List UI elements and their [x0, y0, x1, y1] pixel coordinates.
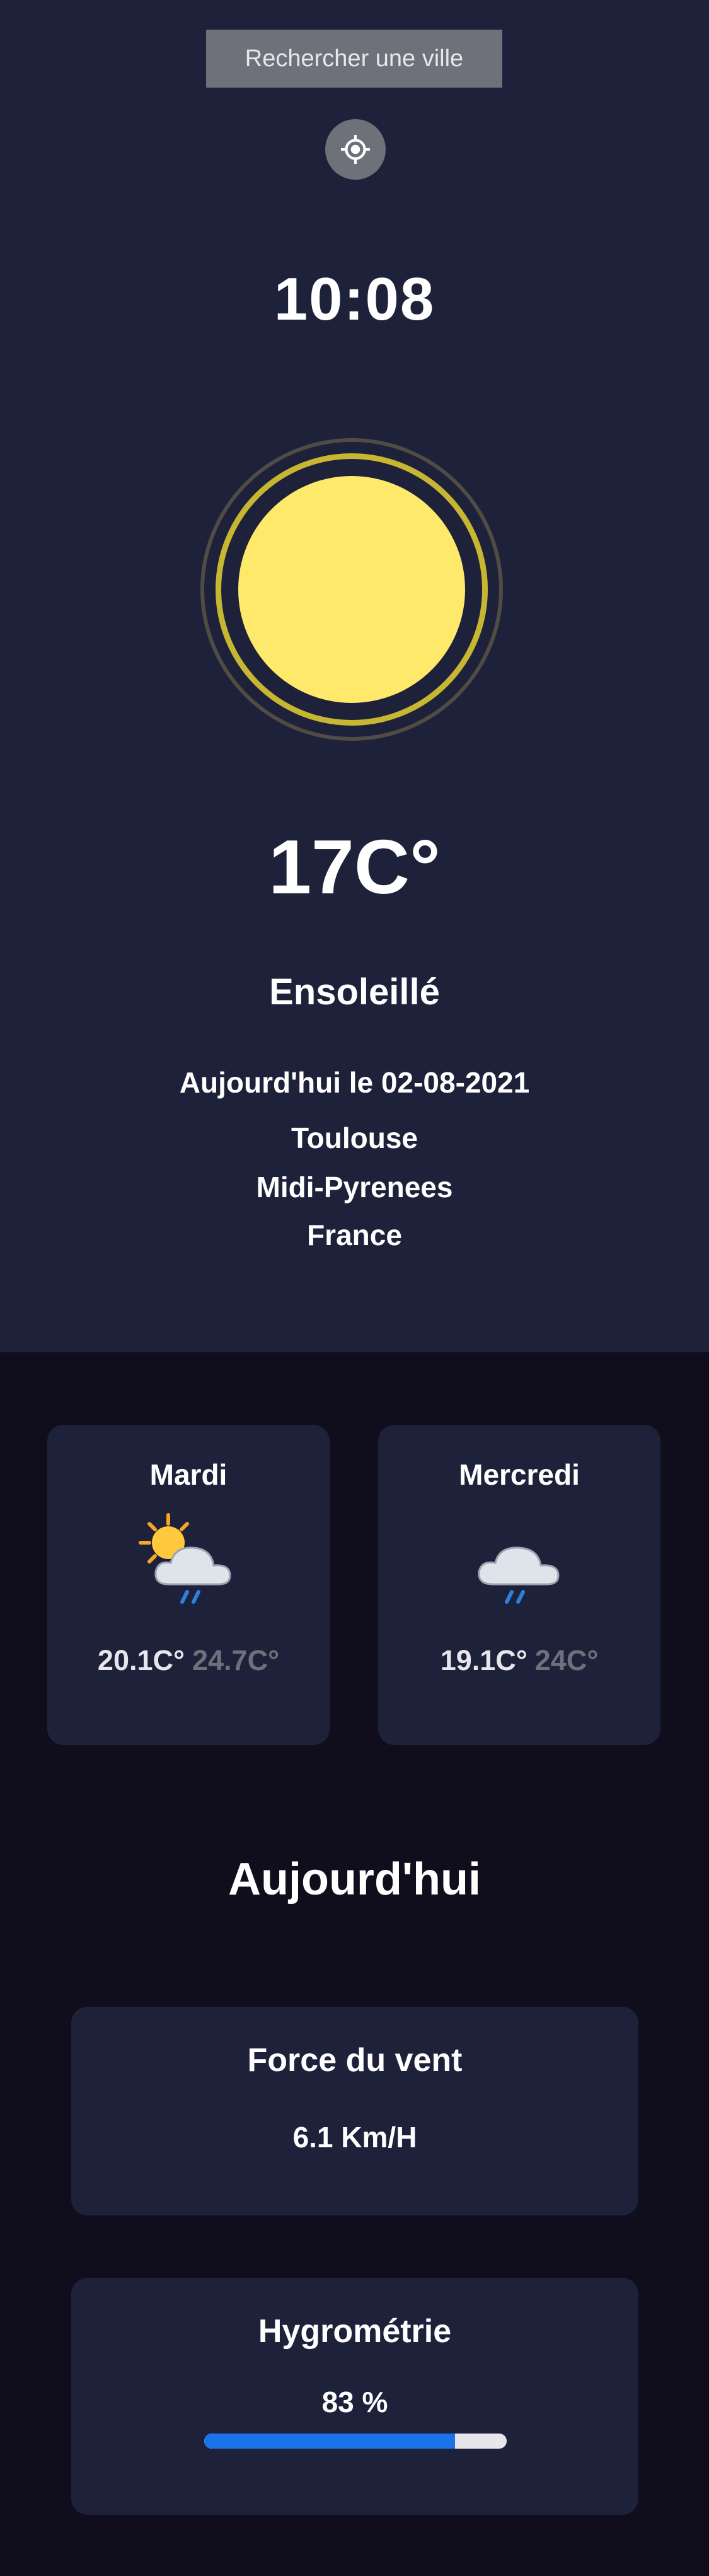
forecast-max-temp: 24C° [534, 1644, 599, 1676]
forecast-card-day-1: Mardi 20.1C° 24.7C° [47, 1425, 330, 1745]
location-country: France [307, 1219, 402, 1251]
humidity-title: Hygrométrie [258, 2313, 452, 2350]
wind-card: Force du vent 6.1 Km/H [71, 2007, 638, 2215]
forecast-card-day-2: Mercredi 19.1C° 24C° [378, 1425, 660, 1745]
current-weather-panel: Rechercher une ville 10:08 17C° Ensoleil… [0, 0, 709, 1352]
humidity-value: 83 % [321, 2386, 388, 2418]
forecast-temperatures: 20.1C° 24.7C° [47, 1644, 330, 1677]
humidity-progress-bar [204, 2434, 507, 2449]
location-city: Toulouse [291, 1122, 418, 1154]
locate-button[interactable] [325, 119, 386, 180]
sun-cloud-rain-icon [139, 1513, 231, 1604]
current-date: Aujourd'hui le 02-08-2021 [179, 1066, 530, 1099]
location-region: Midi-Pyrenees [256, 1171, 453, 1204]
humidity-card: Hygrométrie 83 % [71, 2278, 638, 2515]
weather-condition: Ensoleillé [269, 972, 440, 1012]
forecast-day-label: Mercredi [459, 1458, 580, 1491]
humidity-progress-fill [204, 2434, 456, 2449]
forecast-max-temp: 24.7C° [192, 1644, 280, 1676]
wind-value: 6.1 Km/H [292, 2121, 417, 2154]
forecast-min-temp: 19.1C° [440, 1644, 527, 1676]
today-section-title: Aujourd'hui [228, 1854, 481, 1905]
cloud-rain-icon [478, 1546, 560, 1604]
search-city-button[interactable]: Rechercher une ville [206, 30, 502, 88]
forecast-temperatures: 19.1C° 24C° [378, 1644, 660, 1677]
current-time: 10:08 [274, 265, 435, 333]
wind-title: Force du vent [247, 2042, 463, 2079]
forecast-day-label: Mardi [149, 1458, 228, 1491]
sun-icon [200, 438, 503, 741]
forecast-min-temp: 20.1C° [97, 1644, 185, 1676]
current-temperature: 17C° [268, 824, 441, 910]
crosshair-icon [341, 135, 370, 164]
